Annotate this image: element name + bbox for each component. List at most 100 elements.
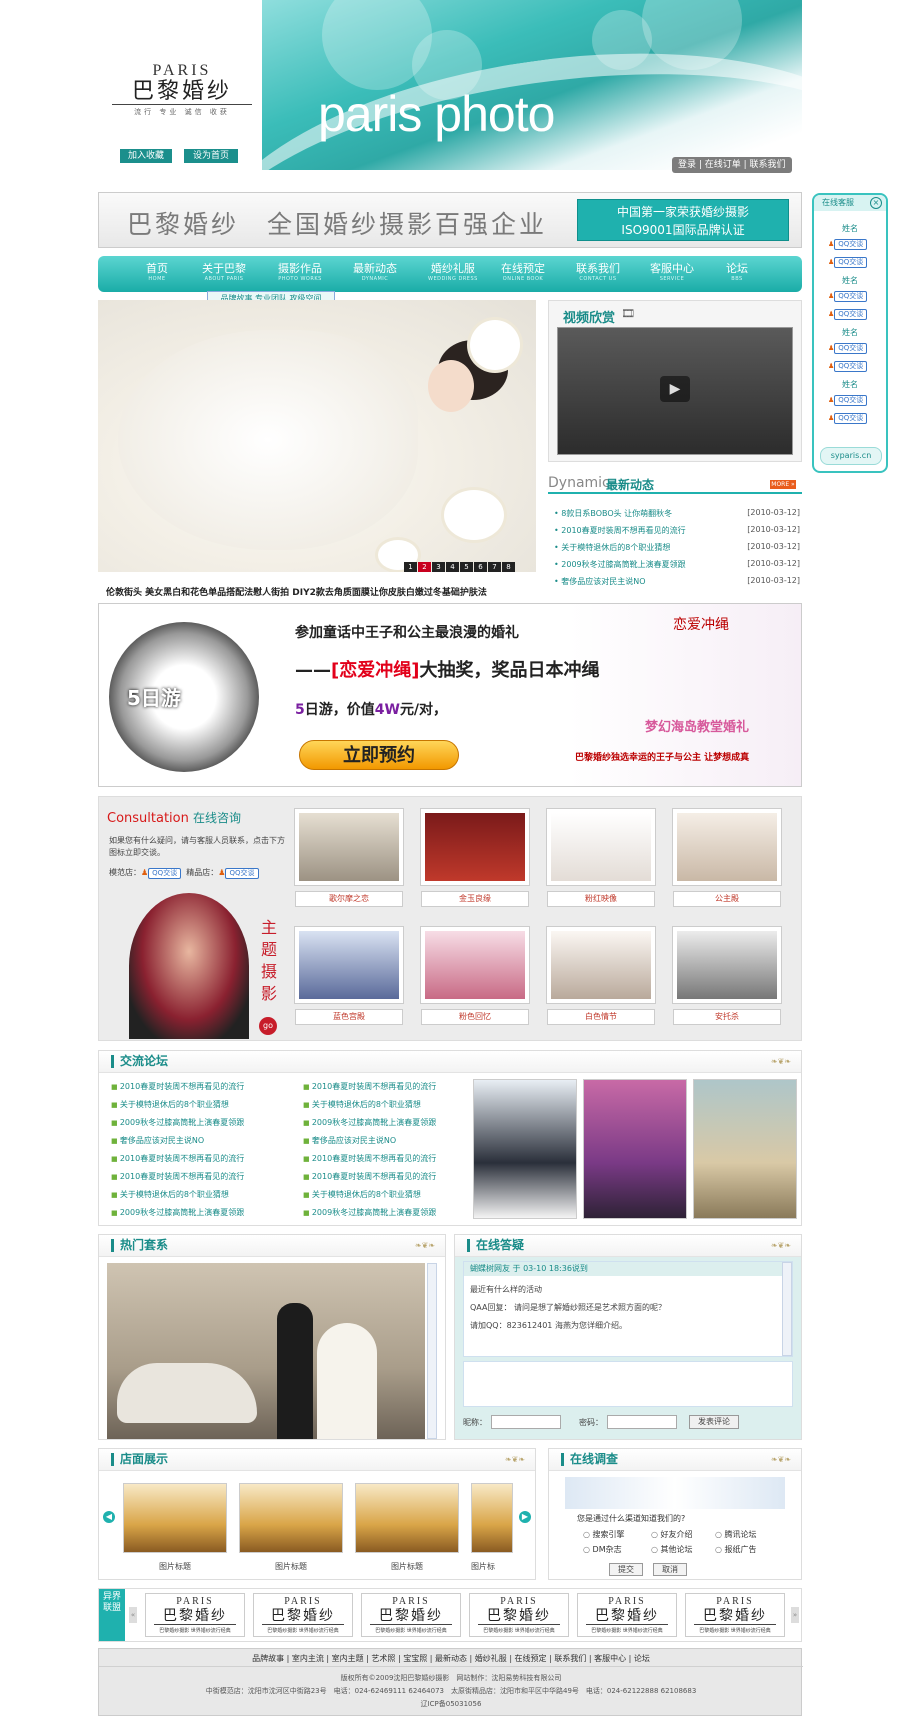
scrollbar[interactable]: [427, 1263, 437, 1439]
survey-option-radio[interactable]: DM杂志: [583, 1544, 622, 1555]
nav-photo-works[interactable]: 摄影作品 PHOTO WORKS: [278, 260, 322, 282]
service-qq-row[interactable]: ♟ QQ交谈: [828, 239, 868, 250]
qq-chat-button[interactable]: QQ交谈: [225, 868, 259, 879]
news-item-title[interactable]: • 8款日系BOBO头 让你萌翻秋冬: [554, 509, 672, 518]
nav-home[interactable]: 首页 HOME: [146, 260, 168, 282]
add-favorite-button[interactable]: 加入收藏: [120, 149, 172, 163]
survey-cancel-button[interactable]: 取消: [653, 1563, 687, 1576]
pager-button[interactable]: 8: [502, 562, 515, 572]
survey-option-radio[interactable]: 报纸广告: [715, 1544, 757, 1555]
store-photo[interactable]: [471, 1483, 513, 1553]
go-button[interactable]: go: [259, 1017, 277, 1035]
forum-item[interactable]: 关于模特退休后的8个职业猜想: [303, 1099, 421, 1110]
close-icon[interactable]: ×: [870, 197, 882, 209]
theme-photo[interactable]: [547, 927, 655, 1003]
theme-caption[interactable]: 安托杀: [673, 1009, 781, 1025]
survey-option-radio[interactable]: 其他论坛: [651, 1544, 693, 1555]
service-site-link[interactable]: syparis.cn: [820, 447, 882, 465]
theme-item[interactable]: 公主殿: [673, 809, 781, 909]
theme-item[interactable]: 粉红映像: [547, 809, 655, 909]
forum-item[interactable]: 2010春夏时装周不想再看见的流行: [303, 1153, 436, 1164]
survey-option-radio[interactable]: 搜索引擎: [583, 1529, 625, 1540]
nav-wedding-dress[interactable]: 婚纱礼服 WEDDING DRESS: [428, 260, 478, 282]
partner-logo[interactable]: PARIS 巴黎婚纱 巴黎婚纱摄影 世界婚纱流行经典: [469, 1593, 569, 1637]
theme-item[interactable]: 蓝色宫殿: [295, 927, 403, 1027]
theme-item[interactable]: 白色情节: [547, 927, 655, 1027]
forum-photo[interactable]: [583, 1079, 687, 1219]
survey-submit-button[interactable]: 提交: [609, 1563, 643, 1576]
pager-button-active[interactable]: 2: [418, 562, 431, 572]
nav-dynamic[interactable]: 最新动态 DYNAMIC: [353, 260, 397, 282]
footer-icp[interactable]: 辽ICP备05031056: [99, 1699, 803, 1709]
set-home-button[interactable]: 设为首页: [184, 149, 238, 163]
theme-photo[interactable]: [295, 927, 403, 1003]
store-caption[interactable]: 图片标题: [355, 1561, 459, 1572]
theme-caption[interactable]: 白色情节: [547, 1009, 655, 1025]
news-item[interactable]: • 8款日系BOBO头 让你萌翻秋冬 [2010-03-12]: [554, 508, 800, 519]
store-photo[interactable]: [355, 1483, 459, 1553]
submit-comment-button[interactable]: 发表评论: [689, 1415, 739, 1429]
store-photo[interactable]: [123, 1483, 227, 1553]
nav-contact[interactable]: 联系我们 CONTACT US: [576, 260, 620, 282]
video-thumbnail[interactable]: ▶: [557, 327, 793, 455]
partner-logo[interactable]: PARIS 巴黎婚纱 巴黎婚纱摄影 世界婚纱流行经典: [145, 1593, 245, 1637]
nav-about[interactable]: 关于巴黎 ABOUT PARIS: [202, 260, 246, 282]
news-item-title[interactable]: • 关于模特退休后的8个职业猜想: [554, 543, 670, 552]
promo-banner[interactable]: 5日游 参加童话中王子和公主最浪漫的婚礼 ——[恋爱冲绳]大抽奖，奖品日本冲绳 …: [98, 603, 802, 787]
survey-option-radio[interactable]: 腾讯论坛: [715, 1529, 757, 1540]
service-qq-row[interactable]: ♟ QQ交谈: [828, 309, 868, 320]
theme-photo[interactable]: [421, 927, 529, 1003]
forum-item[interactable]: 奢侈品应该对民主说NO: [303, 1135, 396, 1146]
service-qq-row[interactable]: ♟ QQ交谈: [828, 395, 868, 406]
forum-item[interactable]: 2010春夏时装周不想再看见的流行: [111, 1171, 244, 1182]
theme-photo[interactable]: [295, 809, 403, 885]
partner-logo[interactable]: PARIS 巴黎婚纱 巴黎婚纱摄影 世界婚纱流行经典: [253, 1593, 353, 1637]
partner-logo[interactable]: PARIS 巴黎婚纱 巴黎婚纱摄影 世界婚纱流行经典: [361, 1593, 461, 1637]
theme-item[interactable]: 安托杀: [673, 927, 781, 1027]
nav-online-book[interactable]: 在线预定 ONLINE BOOK: [501, 260, 545, 282]
forum-item[interactable]: 2009秋冬过膝高筒靴上演春夏领跟: [111, 1207, 244, 1218]
theme-item[interactable]: 粉色回忆: [421, 927, 529, 1027]
qq-chat-button[interactable]: QQ交谈: [148, 868, 182, 879]
news-item[interactable]: • 2009秋冬过膝高筒靴上演春夏领跟 [2010-03-12]: [554, 559, 800, 570]
service-qq-row[interactable]: ♟ QQ交谈: [828, 343, 868, 354]
theme-item[interactable]: 歌尔摩之恋: [295, 809, 403, 909]
password-input[interactable]: [607, 1415, 677, 1429]
forum-item[interactable]: 2010春夏时装周不想再看见的流行: [111, 1081, 244, 1092]
store-caption[interactable]: 图片标题: [239, 1561, 343, 1572]
play-icon[interactable]: ▶: [660, 376, 690, 402]
nav-bbs[interactable]: 论坛 BBS: [726, 260, 748, 282]
theme-caption[interactable]: 金玉良缘: [421, 891, 529, 907]
forum-item[interactable]: 2010春夏时装周不想再看见的流行: [303, 1171, 436, 1182]
nav-service[interactable]: 客服中心 SERVICE: [650, 260, 694, 282]
forum-item[interactable]: 2010春夏时装周不想再看见的流行: [111, 1153, 244, 1164]
theme-item[interactable]: 金玉良缘: [421, 809, 529, 909]
more-button[interactable]: MORE »: [770, 480, 796, 489]
store-caption[interactable]: 图片标: [471, 1561, 513, 1572]
survey-option-radio[interactable]: 好友介绍: [651, 1529, 693, 1540]
theme-caption[interactable]: 粉色回忆: [421, 1009, 529, 1025]
qq-chat-button[interactable]: QQ交谈: [834, 361, 868, 372]
scroll-right-icon[interactable]: »: [791, 1607, 799, 1623]
qq-chat-button[interactable]: QQ交谈: [834, 309, 868, 320]
news-item-title[interactable]: • 2010春夏时装周不想再看见的流行: [554, 526, 686, 535]
hero-slideshow-image[interactable]: [98, 300, 536, 572]
forum-item[interactable]: 2009秋冬过膝高筒靴上演春夏领跟: [303, 1207, 436, 1218]
top-links[interactable]: 登录 | 在线订单 | 联系我们: [672, 157, 792, 173]
news-item[interactable]: • 关于模特退休后的8个职业猜想 [2010-03-12]: [554, 542, 800, 553]
forum-item[interactable]: 2010春夏时装周不想再看见的流行: [303, 1081, 436, 1092]
theme-photo[interactable]: [673, 809, 781, 885]
theme-caption[interactable]: 歌尔摩之恋: [295, 891, 403, 907]
qq-chat-button[interactable]: QQ交谈: [834, 343, 868, 354]
forum-item[interactable]: 关于模特退休后的8个职业猜想: [111, 1189, 229, 1200]
scrollbar[interactable]: [782, 1262, 792, 1356]
qq-chat-button[interactable]: QQ交谈: [834, 239, 868, 250]
footer-nav[interactable]: 品牌故事 | 室内主流 | 室内主题 | 艺术照 | 宝宝照 | 最新动态 | …: [99, 1653, 803, 1667]
book-now-button[interactable]: 立即预约: [299, 740, 459, 770]
hot-package-photo[interactable]: [107, 1263, 425, 1439]
pager-button[interactable]: 7: [488, 562, 501, 572]
theme-caption[interactable]: 粉红映像: [547, 891, 655, 907]
partner-logo[interactable]: PARIS 巴黎婚纱 巴黎婚纱摄影 世界婚纱流行经典: [685, 1593, 785, 1637]
theme-caption[interactable]: 公主殿: [673, 891, 781, 907]
news-item-title[interactable]: • 奢侈品应该对民主说NO: [554, 577, 646, 586]
